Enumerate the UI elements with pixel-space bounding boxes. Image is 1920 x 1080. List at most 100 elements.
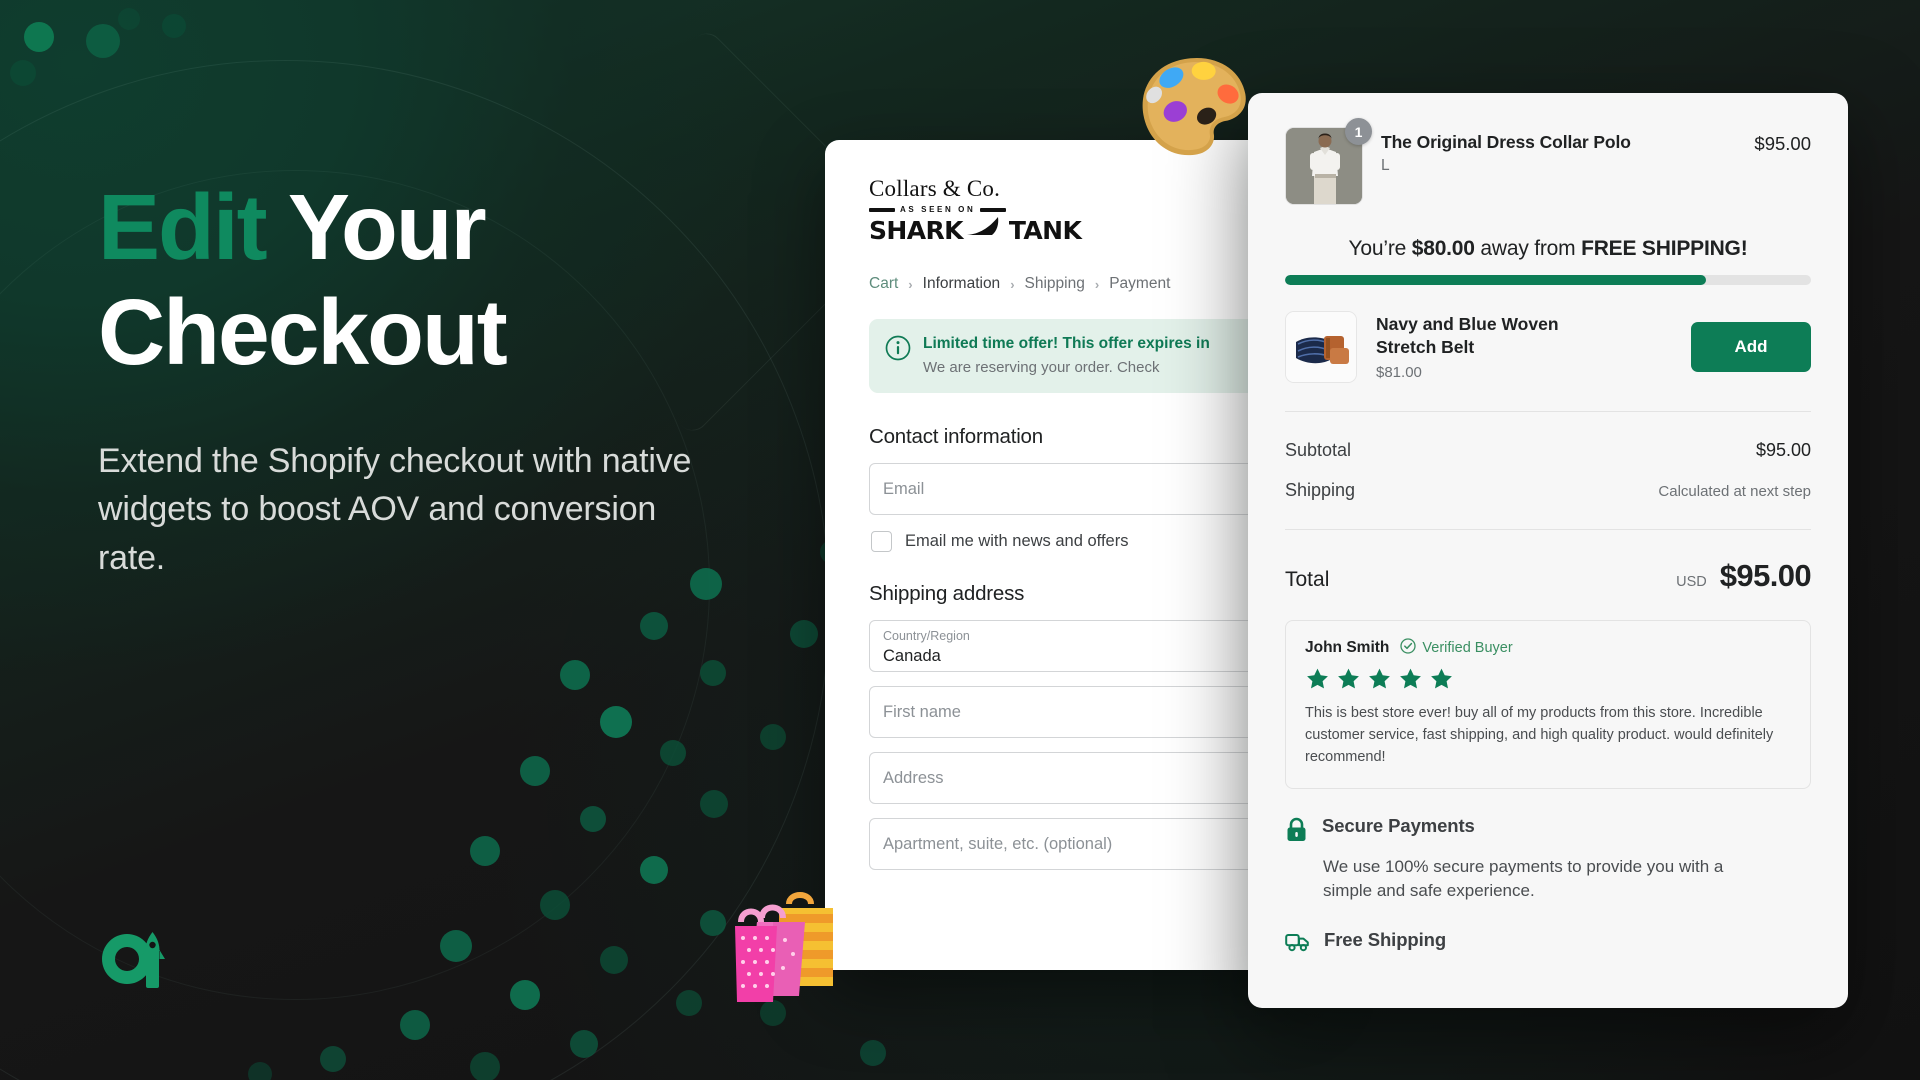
country-region-select[interactable]: Country/Region Canada <box>869 620 1299 673</box>
upsell-info: Navy and Blue Woven Stretch Belt $81.00 <box>1376 313 1672 382</box>
rule-left <box>869 207 895 212</box>
review-author: John Smith <box>1305 639 1390 656</box>
aov-rocket-logo <box>96 926 174 996</box>
shark-tank-wordmark: SHARK TANK <box>869 215 1261 245</box>
star-icon <box>1431 668 1452 689</box>
decorative-dot <box>510 980 540 1010</box>
shipping-address-heading: Shipping address <box>869 582 1025 606</box>
total-amount: $95.00 <box>1719 558 1812 593</box>
verified-buyer-label: Verified Buyer <box>1422 640 1513 656</box>
star-icon <box>1400 668 1421 689</box>
decorative-dot <box>600 706 632 738</box>
trust-badges: Secure Payments We use 100% secure payme… <box>1285 815 1811 957</box>
total-label: Total <box>1285 568 1330 591</box>
decorative-dot <box>320 1046 346 1072</box>
offer-text-block: Limited time offer! This offer expires i… <box>923 334 1210 378</box>
decorative-dot <box>676 990 702 1016</box>
as-seen-on-row: AS SEEN ON <box>869 205 1261 214</box>
upsell-price: $81.00 <box>1376 364 1422 382</box>
email-placeholder: Email <box>883 479 925 498</box>
decorative-dot <box>790 620 818 648</box>
contact-information-heading: Contact information <box>869 425 1043 449</box>
shopping-bags-emoji <box>727 882 867 1012</box>
total-row: Total USD $95.00 <box>1285 558 1812 594</box>
country-region-label: Country/Region <box>883 629 970 644</box>
newsletter-label: Email me with news and offers <box>905 532 1129 551</box>
decorative-dot <box>440 930 472 962</box>
decorative-dot <box>400 1010 430 1040</box>
cart-line-item: 1 The Original Dress Collar Polo L $95.0… <box>1285 118 1811 205</box>
decorative-dot <box>248 1062 272 1080</box>
decorative-dot <box>86 24 120 58</box>
free-shipping-prefix: You’re <box>1348 237 1412 260</box>
promo-banner: Edit Your Checkout Extend the Shopify ch… <box>0 0 1920 1080</box>
review-star-rating <box>1305 667 1791 691</box>
offer-subtitle: We are reserving your order. Check <box>923 358 1160 376</box>
chevron-right-icon: › <box>1094 276 1100 292</box>
decorative-dot <box>660 740 686 766</box>
secure-payments-row: Secure Payments <box>1285 815 1811 847</box>
review-header: John Smith Verified Buyer <box>1305 638 1791 658</box>
line-item-title: The Original Dress Collar Polo <box>1381 132 1631 152</box>
decorative-dot <box>470 1052 500 1080</box>
decorative-dot <box>760 724 786 750</box>
decorative-dot <box>700 910 726 936</box>
decorative-dot <box>24 22 54 52</box>
breadcrumb-item-shipping[interactable]: Shipping <box>1025 275 1085 293</box>
decorative-dot <box>700 660 726 686</box>
page-title: Edit Your Checkout <box>98 175 718 385</box>
decorative-dot <box>600 946 628 974</box>
secure-payments-title: Secure Payments <box>1322 815 1475 837</box>
rule-right <box>980 207 1007 212</box>
newsletter-optin-row[interactable]: Email me with news and offers <box>871 531 1261 553</box>
limited-time-offer-banner: Limited time offer! This offer expires i… <box>869 319 1261 394</box>
first-name-field[interactable]: First name <box>869 686 1299 739</box>
breadcrumb-item-payment[interactable]: Payment <box>1109 275 1170 293</box>
decorative-dot <box>162 14 186 38</box>
decorative-dot <box>10 60 36 86</box>
verified-buyer-badge: Verified Buyer <box>1400 638 1513 658</box>
info-icon <box>885 335 911 366</box>
star-icon <box>1307 668 1328 689</box>
secure-payments-description: We use 100% secure payments to provide y… <box>1323 857 1724 901</box>
total-value-group: USD $95.00 <box>1676 558 1811 594</box>
decorative-dot <box>560 660 590 690</box>
free-shipping-middle: away from <box>1474 237 1582 260</box>
subtotal-value: $95.00 <box>1755 440 1811 460</box>
email-field[interactable]: Email <box>869 463 1299 516</box>
decorative-dot <box>640 612 668 640</box>
address-field[interactable]: Address <box>869 752 1299 805</box>
store-name: Collars & Co. <box>869 176 1001 201</box>
decorative-dot <box>860 1040 886 1066</box>
free-shipping-progress-fill <box>1285 275 1706 285</box>
chevron-right-icon: › <box>1010 276 1015 292</box>
breadcrumb-item-information[interactable]: Information <box>923 275 1001 293</box>
check-circle-icon <box>1400 638 1417 658</box>
review-body: This is best store ever! buy all of my p… <box>1305 705 1774 766</box>
subtotal-row: Subtotal $95.00 <box>1285 440 1811 461</box>
free-shipping-row: Free Shipping <box>1285 929 1811 957</box>
star-icon <box>1338 668 1359 689</box>
newsletter-checkbox[interactable] <box>871 531 892 553</box>
line-item-info: The Original Dress Collar Polo L <box>1381 127 1736 175</box>
first-name-placeholder: First name <box>883 702 961 721</box>
decorative-dot <box>700 790 728 818</box>
breadcrumb-item-cart[interactable]: Cart <box>869 275 898 293</box>
apartment-placeholder: Apartment, suite, etc. (optional) <box>883 834 1113 853</box>
address-placeholder: Address <box>883 768 944 787</box>
shark-fin-icon <box>965 215 1007 245</box>
page-title-accent: Edit <box>98 175 268 279</box>
decorative-dot <box>540 890 570 920</box>
apartment-field[interactable]: Apartment, suite, etc. (optional) <box>869 818 1299 871</box>
line-item-variant: L <box>1381 157 1390 174</box>
artist-palette-emoji <box>1125 38 1264 177</box>
free-shipping-highlight: FREE SHIPPING! <box>1581 237 1748 260</box>
shipping-value: Calculated at next step <box>1658 483 1811 500</box>
customer-review-card: John Smith Verified Buyer This is best s… <box>1285 620 1811 790</box>
offer-title: Limited time offer! This offer expires i… <box>923 335 1210 352</box>
page-subtitle: Extend the Shopify checkout with native … <box>98 442 692 577</box>
decorative-dot <box>570 1030 598 1058</box>
divider <box>1285 529 1811 530</box>
add-upsell-button[interactable]: Add <box>1691 322 1811 372</box>
decorative-dot <box>470 836 500 866</box>
